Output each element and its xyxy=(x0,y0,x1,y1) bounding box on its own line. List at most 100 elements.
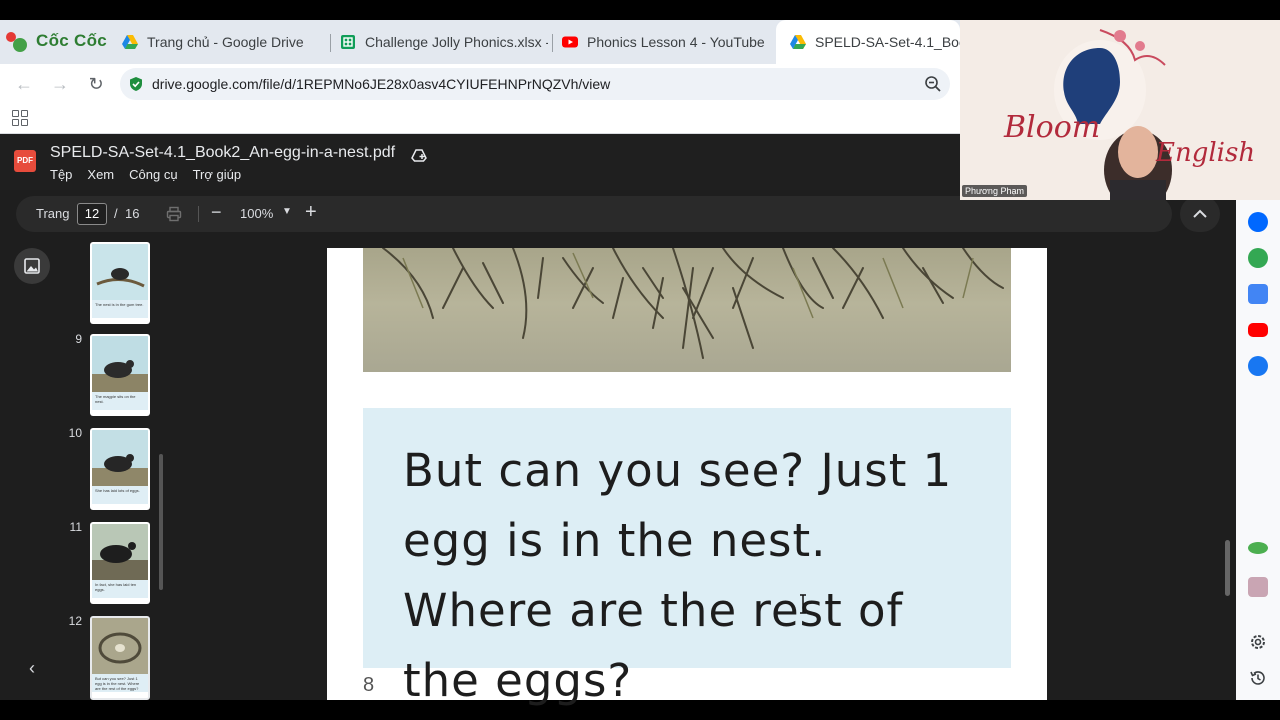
tab-title: Trang chủ - Google Drive xyxy=(147,34,304,50)
thumbnail-image xyxy=(92,430,148,486)
logo-word-bloom: Bloom xyxy=(1004,110,1101,145)
zoom-minus-icon[interactable]: − xyxy=(211,202,222,223)
menu-tools[interactable]: Công cụ xyxy=(129,167,177,182)
thumbnail-caption: But can you see? Just 1 egg is in the ne… xyxy=(92,674,148,692)
thumbnail-caption: The magpie sits on the nest. xyxy=(92,392,148,410)
thumbnail-number: 11 xyxy=(69,520,82,534)
avatar[interactable] xyxy=(1248,577,1268,597)
page-toolbar: Trang 12 / 16 − 100% ▼ + xyxy=(16,196,1172,232)
total-pages: 16 xyxy=(125,206,140,221)
reload-icon[interactable]: ↻ xyxy=(85,73,107,95)
twig-nest-drawing xyxy=(382,248,1004,359)
toolbar-divider xyxy=(198,206,199,222)
logo-word-english: English xyxy=(1156,138,1256,168)
settings-icon[interactable] xyxy=(1248,632,1268,652)
tab-youtube-phonics[interactable]: Phonics Lesson 4 - YouTube xyxy=(548,20,770,64)
thumbnail-page-11[interactable]: In fact, she has laid ten eggs. xyxy=(90,522,150,604)
magpie-illustration xyxy=(92,244,148,300)
apps-grid-icon[interactable] xyxy=(12,110,28,126)
back-arrow-icon[interactable]: ← xyxy=(13,73,35,95)
thumbnail-caption: In fact, she has laid ten eggs. xyxy=(92,580,148,598)
viewer-menu: Tệp Xem Công cụ Trợ giúp xyxy=(50,167,241,182)
thumbnail-number: 10 xyxy=(68,426,82,440)
image-icon xyxy=(24,258,40,274)
browser-sidebar xyxy=(1236,200,1280,700)
zoom-plus-icon[interactable]: + xyxy=(305,201,317,224)
collapse-toolbar-button[interactable] xyxy=(1180,196,1220,232)
browser-brand[interactable]: Cốc Cốc xyxy=(6,30,107,52)
browser-tab-bar: Cốc Cốc Trang chủ - Google Drive Challen… xyxy=(0,20,960,64)
thumbnail-page-9[interactable]: The magpie sits on the nest. xyxy=(90,334,150,416)
google-drive-icon xyxy=(790,35,806,49)
url-text: drive.google.com/file/d/1REPMNo6JE28x0as… xyxy=(152,76,611,92)
thumbnail-toggle-button[interactable] xyxy=(14,248,50,284)
chevron-up-icon xyxy=(1193,209,1207,218)
zoom-dropdown-icon[interactable]: ▼ xyxy=(282,206,292,217)
coccoc-logo-icon xyxy=(6,30,32,52)
tab-google-drive-home[interactable]: Trang chủ - Google Drive xyxy=(108,20,330,64)
file-name: SPELD-SA-Set-4.1_Book2_An-egg-in-a-nest.… xyxy=(50,144,396,161)
page-number-label: 8 xyxy=(363,674,375,696)
google-drive-icon xyxy=(122,35,138,49)
page-label: Trang xyxy=(36,206,70,221)
pdf-viewer: PDF SPELD-SA-Set-4.1_Book2_An-egg-in-a-n… xyxy=(0,134,1236,707)
translate-icon[interactable] xyxy=(1248,284,1268,304)
thumbnail-image xyxy=(92,336,148,392)
browser-brand-name: Cốc Cốc xyxy=(36,31,108,50)
thumbnail-number: 12 xyxy=(68,614,82,628)
zoom-level[interactable]: 100% xyxy=(240,206,273,221)
pdf-file-icon: PDF xyxy=(14,150,36,172)
thumbnail-caption: She has laid lots of eggs. xyxy=(92,486,148,504)
presenter-name: Phương Phạm xyxy=(962,185,1027,197)
thumbnail-image xyxy=(92,244,148,300)
zalo-icon[interactable] xyxy=(1248,212,1268,232)
nest-illustration xyxy=(363,248,1011,372)
tab-title: Challenge Jolly Phonics.xlsx - G xyxy=(365,34,548,50)
youtube-icon[interactable] xyxy=(1248,323,1268,337)
screen: Cốc Cốc Trang chủ - Google Drive Challen… xyxy=(0,0,1280,720)
magpie-in-fact-illustration xyxy=(92,524,148,580)
thumbnail-caption: The nest is in the gum tree. xyxy=(92,300,148,318)
chat-icon[interactable] xyxy=(1248,542,1268,554)
thumbnail-image xyxy=(92,524,148,580)
page-separator: / xyxy=(114,206,118,221)
thumbnail-page-10[interactable]: She has laid lots of eggs. xyxy=(90,428,150,510)
menu-file[interactable]: Tệp xyxy=(50,167,72,182)
thumbnail-image xyxy=(92,618,148,674)
document-page: But can you see? Just 1 egg is in the ne… xyxy=(327,248,1047,707)
story-text: But can you see? Just 1 egg is in the ne… xyxy=(403,444,953,707)
chevron-left-icon[interactable]: ‹ xyxy=(22,658,42,678)
tab-challenge-sheet[interactable]: Challenge Jolly Phonics.xlsx - G xyxy=(326,20,548,64)
history-icon[interactable] xyxy=(1248,668,1268,688)
game-icon[interactable] xyxy=(1248,248,1268,268)
secure-shield-icon xyxy=(130,77,142,91)
page-number-input[interactable]: 12 xyxy=(77,203,107,225)
magpie-on-nest-illustration xyxy=(92,336,148,392)
text-cursor-icon xyxy=(800,594,806,614)
youtube-icon xyxy=(562,36,578,48)
bookmarks-bar xyxy=(0,104,960,134)
magpie-laid-eggs-illustration xyxy=(92,430,148,486)
thumbnail-number: 9 xyxy=(75,332,82,346)
thumbnail-page-8[interactable]: The nest is in the gum tree. xyxy=(90,242,150,324)
browser-toolbar: ← → ↻ drive.google.com/file/d/1REPMNo6JE… xyxy=(0,64,960,104)
facebook-icon[interactable] xyxy=(1248,356,1268,376)
thumbnail-page-12[interactable]: But can you see? Just 1 egg is in the ne… xyxy=(90,616,150,700)
address-bar[interactable]: drive.google.com/file/d/1REPMNo6JE28x0as… xyxy=(120,68,950,100)
print-icon[interactable] xyxy=(166,206,182,222)
zoom-out-icon[interactable] xyxy=(924,75,942,93)
story-text-panel: But can you see? Just 1 egg is in the ne… xyxy=(363,408,1011,707)
google-sheets-icon xyxy=(341,35,355,49)
tab-title: Phonics Lesson 4 - YouTube xyxy=(587,34,765,50)
forward-arrow-icon[interactable]: → xyxy=(49,73,71,95)
nest-with-egg-illustration xyxy=(92,618,148,674)
tab-title: SPELD-SA-Set-4.1_Book2_ xyxy=(815,34,960,50)
thumbnail-scrollbar[interactable] xyxy=(159,454,163,590)
add-to-drive-icon[interactable] xyxy=(410,145,428,163)
page-scrollbar[interactable] xyxy=(1225,540,1230,596)
thumbnail-panel: The nest is in the gum tree. 9 The magpi… xyxy=(60,242,160,700)
menu-view[interactable]: Xem xyxy=(87,167,114,182)
webcam-video: Bloom English Phương Phạm xyxy=(960,20,1280,200)
tab-speld-pdf[interactable]: SPELD-SA-Set-4.1_Book2_ xyxy=(776,20,960,64)
menu-help[interactable]: Trợ giúp xyxy=(193,167,242,182)
